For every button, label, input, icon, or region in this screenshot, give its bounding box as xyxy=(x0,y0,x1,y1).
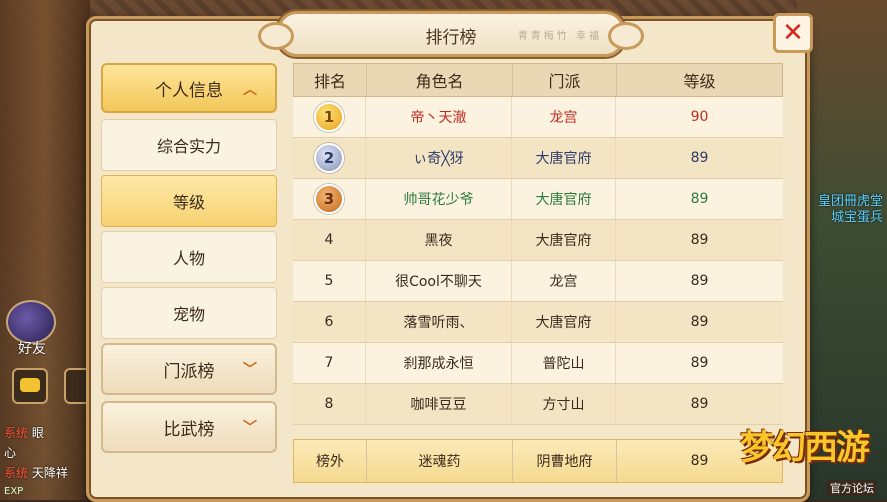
rank-cell: 3 xyxy=(293,179,366,219)
npc-name-label: 皇团冊虎堂 城宝蛋兵 xyxy=(817,194,883,225)
level-cell: 90 xyxy=(690,109,709,125)
header-level: 等级 xyxy=(683,72,716,91)
name-cell: 黑夜 xyxy=(366,220,512,260)
school-cell: 大唐官府 xyxy=(512,302,616,342)
logo-text: 梦幻西游 xyxy=(740,428,870,468)
rank-cell: 1 xyxy=(293,97,366,137)
name-cell: 帝丶天澈 xyxy=(366,97,512,137)
name-cell: 落雪听雨、 xyxy=(366,302,512,342)
my-rank: 榜外 xyxy=(294,440,367,482)
header-name: 角色名 xyxy=(367,64,513,96)
close-button[interactable]: ✕ xyxy=(773,13,813,53)
rank-medal-icon: 3 xyxy=(314,184,344,214)
system-message: 系统 天降祥 xyxy=(4,466,68,480)
menu-personal-info[interactable]: 个人信息 ︿ xyxy=(101,63,277,113)
school-cell: 龙宫 xyxy=(512,261,616,301)
name-cell: 刹那成永恒 xyxy=(366,343,512,383)
table-row[interactable]: 5 很Cool不聊天 龙宫 89 xyxy=(293,261,783,302)
table-row[interactable]: 7 刹那成永恒 普陀山 89 xyxy=(293,343,783,384)
school-cell: 大唐官府 xyxy=(512,138,616,178)
table-body[interactable]: 1 帝丶天澈 龙宫 90 2 ぃ奇╳犽 大唐官府 89 3 帅哥花少爷 大唐官府 89 4 黑夜 大唐官府 8… xyxy=(293,97,783,425)
chevron-down-icon: ﹀ xyxy=(243,362,257,378)
rank-medal-icon: 2 xyxy=(314,143,344,173)
category-menu: 个人信息 ︿ 综合实力 等级 人物 宠物 门派榜 ﹀ 比武榜 ﹀ xyxy=(101,63,277,459)
table-row[interactable]: 8 咖啡豆豆 方寸山 89 xyxy=(293,384,783,425)
rank-cell: 4 xyxy=(293,220,366,260)
chat-bubble-icon xyxy=(20,378,40,392)
level-cell: 89 xyxy=(690,150,709,166)
table-row[interactable]: 6 落雪听雨、 大唐官府 89 xyxy=(293,302,783,343)
game-logo: 梦幻西游 官方论坛 xyxy=(740,420,885,498)
ranking-table: 排名 角色名 门派 等级 1 帝丶天澈 龙宫 90 2 ぃ奇╳犽 大唐官府 89 3 帅哥花少爷大… xyxy=(293,63,783,489)
menu-item-level[interactable]: 等级 xyxy=(101,175,277,227)
table-row[interactable]: 3 帅哥花少爷 大唐官府 89 xyxy=(293,179,783,220)
school-cell: 普陀山 xyxy=(512,343,616,383)
school-cell: 大唐官府 xyxy=(512,179,616,219)
name-cell: ぃ奇╳犽 xyxy=(366,138,512,178)
exp-label: EXP xyxy=(4,486,24,497)
chevron-down-icon: ﹀ xyxy=(243,420,257,436)
menu-item-character[interactable]: 人物 xyxy=(101,231,277,283)
leaderboard-panel: 青青梅竹 幸福 排行榜 ✕ 个人信息 ︿ 综合实力 等级 人物 宠物 门派榜 ﹀… xyxy=(86,11,813,502)
rank-medal-icon: 1 xyxy=(314,102,344,132)
menu-school-ranking[interactable]: 门派榜 ﹀ xyxy=(101,343,277,395)
menu-item-overall[interactable]: 综合实力 xyxy=(101,119,277,171)
menu-pvp-ranking[interactable]: 比武榜 ﹀ xyxy=(101,401,277,453)
table-row[interactable]: 4 黑夜 大唐官府 89 xyxy=(293,220,783,261)
name-cell: 很Cool不聊天 xyxy=(366,261,512,301)
name-cell: 咖啡豆豆 xyxy=(366,384,512,424)
friend-button[interactable]: 好友 xyxy=(6,300,62,357)
my-rank-row[interactable]: 榜外 迷魂药 阴曹地府 89 xyxy=(293,439,783,483)
system-message: 心 xyxy=(4,446,17,460)
name-cell: 帅哥花少爷 xyxy=(366,179,512,219)
level-cell: 89 xyxy=(690,232,709,248)
menu-item-pet[interactable]: 宠物 xyxy=(101,287,277,339)
level-cell: 89 xyxy=(690,314,709,330)
rank-cell: 8 xyxy=(293,384,366,424)
level-cell: 89 xyxy=(690,273,709,289)
logo-subtitle: 官方论坛 xyxy=(827,480,877,496)
my-school: 阴曹地府 xyxy=(513,440,617,482)
system-message: 系统 眼 xyxy=(4,426,44,440)
rank-cell: 7 xyxy=(293,343,366,383)
rank-cell: 5 xyxy=(293,261,366,301)
level-cell: 89 xyxy=(690,396,709,412)
header-school: 门派 xyxy=(513,64,617,96)
close-icon: ✕ xyxy=(782,18,804,48)
school-cell: 大唐官府 xyxy=(512,220,616,260)
chevron-up-icon: ︿ xyxy=(243,82,257,98)
table-header: 排名 角色名 门派 等级 xyxy=(293,63,783,97)
chat-button[interactable] xyxy=(12,368,48,404)
panel-title: 排行榜 xyxy=(425,28,477,48)
table-row[interactable]: 2 ぃ奇╳犽 大唐官府 89 xyxy=(293,138,783,179)
table-row[interactable]: 1 帝丶天澈 龙宫 90 xyxy=(293,97,783,138)
level-cell: 89 xyxy=(690,191,709,207)
rank-cell: 2 xyxy=(293,138,366,178)
school-cell: 方寸山 xyxy=(512,384,616,424)
level-cell: 89 xyxy=(690,355,709,371)
my-name: 迷魂药 xyxy=(367,440,513,482)
rank-cell: 6 xyxy=(293,302,366,342)
school-cell: 龙宫 xyxy=(512,97,616,137)
panel-title-bar: 青青梅竹 幸福 排行榜 xyxy=(258,11,644,57)
header-rank: 排名 xyxy=(294,64,367,96)
friend-label: 好友 xyxy=(18,341,46,357)
